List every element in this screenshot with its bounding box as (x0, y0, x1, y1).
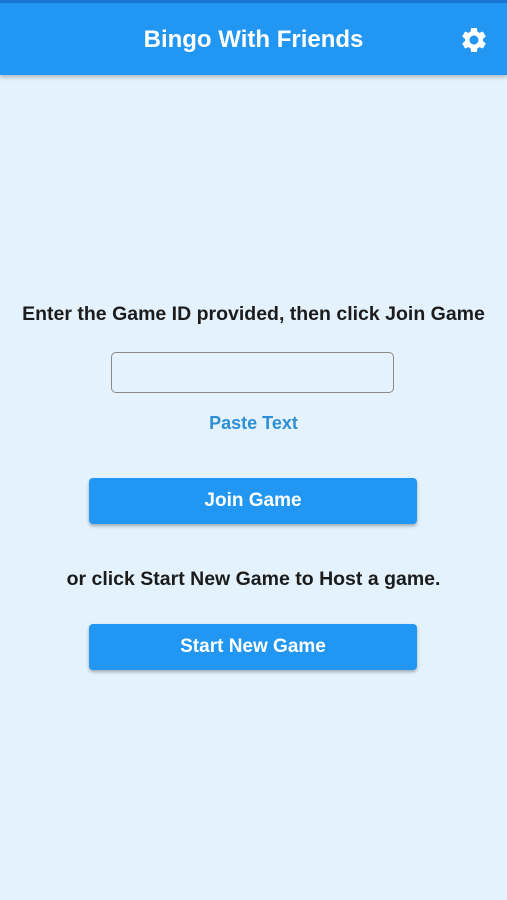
paste-text-button[interactable]: Paste Text (0, 413, 507, 434)
game-id-input[interactable] (111, 352, 394, 393)
app-bar: Bingo With Friends (0, 3, 507, 75)
join-game-button[interactable]: Join Game (89, 478, 417, 524)
app-title: Bingo With Friends (143, 26, 364, 53)
settings-button[interactable] (459, 25, 489, 55)
host-instructions: or click Start New Game to Host a game. (66, 568, 441, 590)
start-new-game-button[interactable]: Start New Game (89, 624, 417, 670)
join-instructions: Enter the Game ID provided, then click J… (22, 303, 485, 325)
gear-icon (462, 27, 486, 52)
